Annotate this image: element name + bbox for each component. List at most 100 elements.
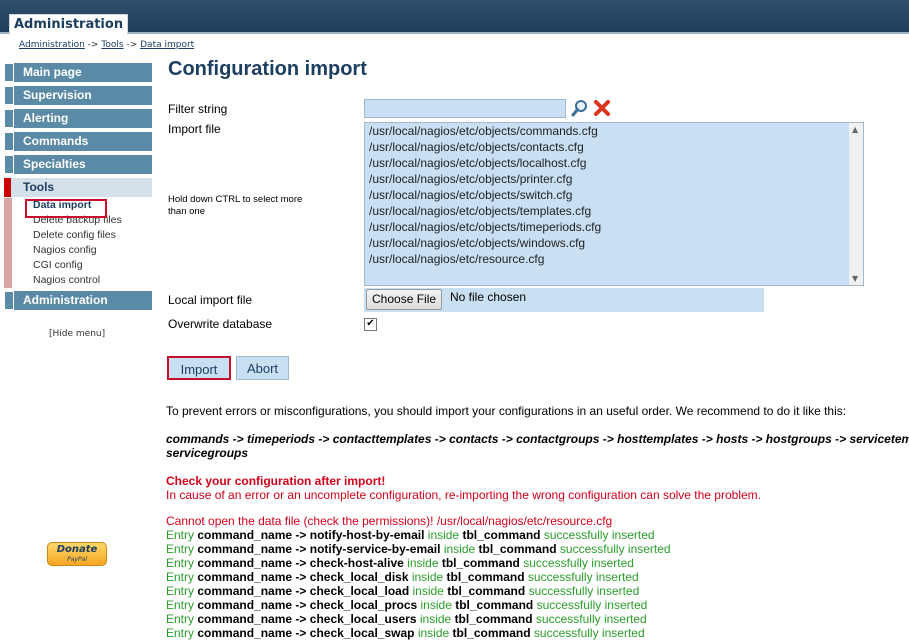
import-order-info: To prevent errors or misconfigurations, … (166, 404, 847, 418)
log-entry-part: check_local_users (309, 612, 417, 626)
sidebar-item-label: Tools (23, 180, 55, 194)
log-entry-part: tbl_command (454, 612, 533, 626)
breadcrumb: Administration -> Tools -> Data import (19, 40, 194, 50)
submenu-marker (4, 273, 12, 288)
sidebar: Main page Supervision Alerting Commands … (4, 63, 152, 314)
breadcrumb-separator: -> (126, 40, 138, 50)
file-option[interactable]: /usr/local/nagios/etc/objects/windows.cf… (365, 235, 863, 251)
sidebar-item-commands[interactable]: Commands (4, 132, 152, 151)
log-entry-part: tbl_command (441, 556, 520, 570)
log-entry-part: check_local_swap (309, 626, 415, 640)
log-entry-part: tbl_command (447, 584, 526, 598)
donate-button[interactable]: Donate PayPal (47, 542, 107, 566)
sidebar-item-supervision[interactable]: Supervision (4, 86, 152, 105)
log-entry-part: tbl_command (446, 570, 525, 584)
sidebar-item-tools[interactable]: Tools (4, 178, 152, 197)
sidebar-subitem-delete-config-files[interactable]: Delete config files (4, 228, 152, 243)
top-bar-strip (0, 32, 909, 34)
sidebar-subitem-label: Nagios config (33, 244, 97, 256)
log-entry: Entry command_name -> check_local_load i… (166, 584, 671, 598)
sidebar-subitem-label: Nagios control (33, 274, 101, 286)
file-option[interactable]: /usr/local/nagios/etc/objects/localhost.… (365, 155, 863, 171)
log-entry-part: inside (412, 584, 444, 598)
overwrite-database-checkbox[interactable]: ✔ (364, 318, 377, 331)
file-option[interactable]: /usr/local/nagios/etc/objects/timeperiod… (365, 219, 863, 235)
sidebar-item-administration[interactable]: Administration (4, 291, 152, 310)
log-entry-part: check-host-alive (309, 556, 404, 570)
log-entry-part: Entry (166, 542, 195, 556)
log-entry-part: command_name (197, 598, 293, 612)
log-entry: Entry command_name -> check-host-alive i… (166, 556, 671, 570)
log-entry-part: successfully inserted (559, 542, 671, 556)
sidebar-item-label: Commands (23, 134, 89, 148)
menu-marker (4, 63, 14, 82)
sidebar-item-label: Specialties (23, 157, 86, 171)
log-entry-part: command_name (197, 626, 293, 640)
menu-marker (4, 109, 14, 128)
menu-marker (4, 155, 14, 174)
search-icon[interactable] (571, 99, 589, 117)
log-entry-part: successfully inserted (528, 584, 640, 598)
log-entry-part: successfully inserted (523, 556, 634, 570)
overwrite-database-label: Overwrite database (168, 317, 273, 331)
log-entry-part: Entry (166, 528, 195, 542)
submenu-marker (4, 258, 12, 273)
local-import-file-label: Local import file (168, 293, 253, 307)
error-line: Cannot open the data file (check the per… (166, 514, 613, 528)
sidebar-subitem-nagios-config[interactable]: Nagios config (4, 243, 152, 258)
filter-string-label: Filter string (168, 102, 228, 116)
breadcrumb-tools[interactable]: Tools (101, 40, 123, 50)
sidebar-subitem-cgi-config[interactable]: CGI config (4, 258, 152, 273)
breadcrumb-administration[interactable]: Administration (19, 40, 85, 50)
import-button[interactable]: Import (167, 356, 231, 380)
top-tab-administration[interactable]: Administration (9, 14, 129, 35)
log-entry-part: inside (407, 556, 439, 570)
menu-marker (4, 132, 14, 151)
log-entry-part: command_name (197, 570, 293, 584)
log-entry-part: successfully inserted (536, 598, 648, 612)
abort-button[interactable]: Abort (236, 356, 289, 380)
file-option[interactable]: /usr/local/nagios/etc/objects/contacts.c… (365, 139, 863, 155)
log-entry-part: tbl_command (462, 528, 541, 542)
sidebar-item-main-page[interactable]: Main page (4, 63, 152, 82)
log-entry-part: command_name (197, 528, 293, 542)
file-option[interactable]: /usr/local/nagios/etc/objects/commands.c… (365, 123, 863, 139)
hide-menu-link[interactable]: [Hide menu] (49, 329, 105, 339)
submenu-marker (4, 228, 12, 243)
log-entry-part: inside (417, 626, 450, 640)
log-entry-part: -> (295, 528, 307, 542)
file-option[interactable]: /usr/local/nagios/etc/objects/templates.… (365, 203, 863, 219)
submenu-marker (4, 213, 12, 228)
import-file-list[interactable]: /usr/local/nagios/etc/objects/commands.c… (364, 122, 864, 286)
submenu-marker (4, 243, 12, 258)
top-bar: Administration (0, 0, 909, 35)
file-option[interactable]: /usr/local/nagios/etc/objects/printer.cf… (365, 171, 863, 187)
log-entry-part: -> (295, 612, 307, 626)
file-option[interactable]: /usr/local/nagios/etc/resource.cfg (365, 251, 863, 267)
clear-filter-icon[interactable] (593, 99, 611, 117)
donate-label: Donate (56, 544, 98, 555)
scroll-down-icon[interactable]: ▼ (852, 274, 858, 283)
no-file-chosen-text: No file chosen (450, 290, 527, 304)
choose-file-button[interactable]: Choose File (366, 289, 443, 310)
sidebar-subitem-nagios-control[interactable]: Nagios control (4, 273, 152, 288)
log-entry-part: inside (427, 528, 460, 542)
log-entry-part: command_name (197, 542, 293, 556)
log-entry-part: -> (295, 626, 307, 640)
filter-input[interactable] (364, 99, 566, 118)
log-entry-part: check_local_disk (309, 570, 409, 584)
sidebar-item-label: Supervision (23, 88, 92, 102)
sidebar-item-alerting[interactable]: Alerting (4, 109, 152, 128)
breadcrumb-separator: -> (87, 40, 99, 50)
log-entry-part: inside (419, 612, 452, 626)
file-list-scrollbar[interactable]: ▲ ▼ (849, 123, 863, 285)
file-option[interactable]: /usr/local/nagios/etc/objects/switch.cfg (365, 187, 863, 203)
scroll-up-icon[interactable]: ▲ (852, 125, 858, 134)
import-order-line: servicegroups (166, 446, 249, 460)
log-entry-part: successfully inserted (533, 626, 645, 640)
log-entry: Entry command_name -> check_local_disk i… (166, 570, 671, 584)
breadcrumb-data-import[interactable]: Data import (140, 40, 194, 50)
log-entry-part: Entry (166, 570, 195, 584)
sidebar-item-specialties[interactable]: Specialties (4, 155, 152, 174)
sidebar-item-label: Administration (23, 293, 108, 307)
